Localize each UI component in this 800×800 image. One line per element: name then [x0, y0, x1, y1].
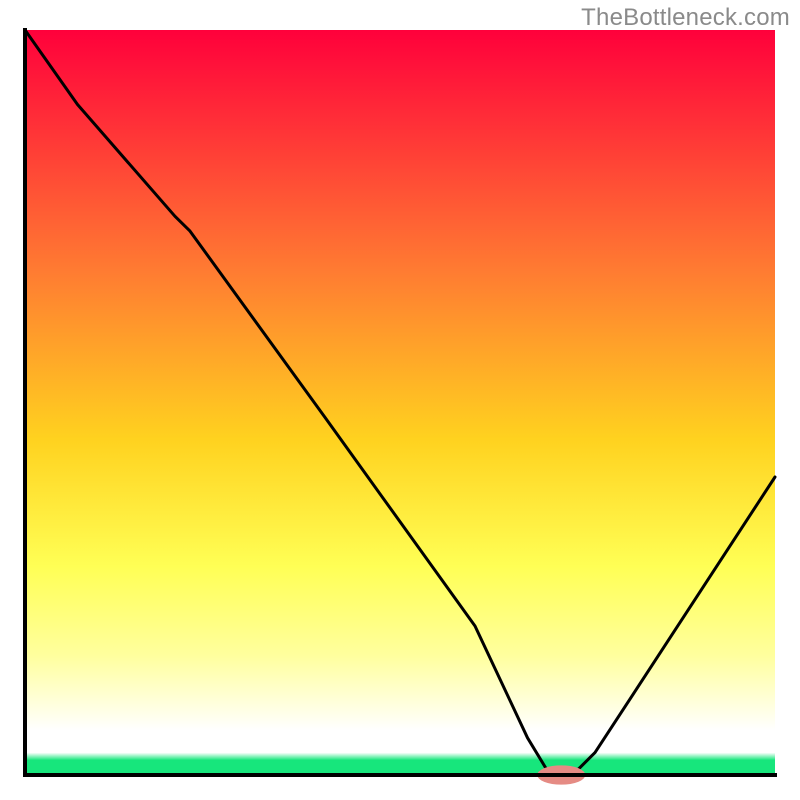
gradient-background [25, 30, 775, 775]
chart-stage: TheBottleneck.com [0, 0, 800, 800]
watermark-text: TheBottleneck.com [581, 4, 790, 32]
bottleneck-chart [0, 0, 800, 800]
